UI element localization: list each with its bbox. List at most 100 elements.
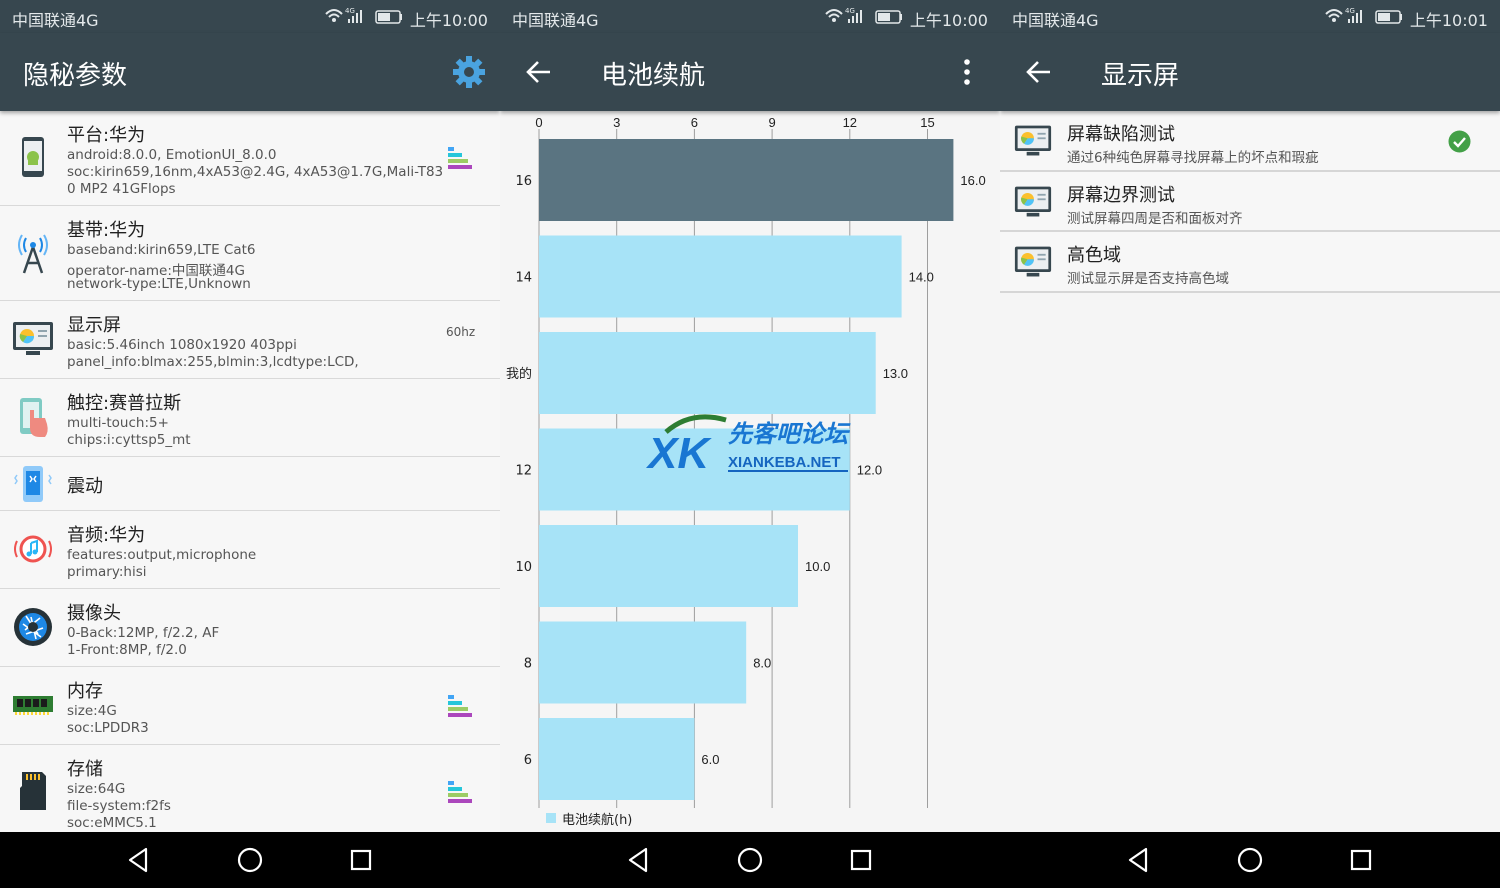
bar bbox=[539, 718, 695, 800]
bar bbox=[539, 235, 902, 318]
legend-label: 电池续航(h) bbox=[562, 812, 632, 828]
status-bar: 中国联通4G 4G 上午10:01 bbox=[1000, 0, 1500, 33]
y-tick-label: 6 bbox=[524, 753, 532, 768]
benchmark-bars-icon[interactable] bbox=[448, 781, 472, 803]
item-detail: chips:i:cyttsp5_mt bbox=[67, 432, 191, 448]
nav-recents-icon[interactable] bbox=[346, 845, 376, 875]
touch-icon bbox=[20, 398, 48, 437]
item-detail: 1-Front:8MP, f/2.0 bbox=[67, 642, 187, 658]
monitor-icon bbox=[1014, 125, 1052, 156]
y-tick-label: 16 bbox=[515, 174, 532, 189]
bar bbox=[539, 621, 747, 704]
item-detail: multi-touch:5+ bbox=[67, 415, 169, 431]
page-title: 显示屏 bbox=[1101, 61, 1180, 91]
check-circle-icon bbox=[1448, 130, 1471, 153]
x-tick-label: 12 bbox=[843, 115, 857, 130]
status-icons: 4G bbox=[825, 7, 902, 24]
nav-recents-icon[interactable] bbox=[846, 845, 876, 875]
gear-icon[interactable] bbox=[452, 55, 486, 89]
x-tick-label: 9 bbox=[768, 115, 775, 130]
system-nav-bar bbox=[0, 832, 500, 888]
list-item-display[interactable]: 显示屏 basic:5.46inch 1080x1920 403ppi pane… bbox=[0, 301, 500, 379]
status-icons: 4G bbox=[1325, 7, 1402, 24]
item-title: 存储 bbox=[67, 759, 103, 780]
monitor-icon bbox=[1014, 186, 1052, 216]
list-item-memory[interactable]: 内存 size:4G soc:LPDDR3 bbox=[0, 667, 500, 745]
item-subtitle: 测试屏幕四周是否和面板对齐 bbox=[1067, 210, 1243, 227]
item-detail: soc:kirin659,16nm,4xA53@2.4G, 4xA53@1.7G… bbox=[67, 164, 444, 180]
list-item-baseband[interactable]: 基带:华为 baseband:kirin659,LTE Cat6 operato… bbox=[0, 206, 500, 301]
item-detail: soc:LPDDR3 bbox=[67, 720, 149, 736]
bar bbox=[539, 139, 954, 221]
data-label: 12.0 bbox=[857, 463, 882, 478]
display-tests-list: 屏幕缺陷测试 通过6种纯色屏幕寻找屏幕上的坏点和瑕疵 屏幕边界测试 测试屏幕四周… bbox=[1000, 111, 1500, 293]
svg-text:4G: 4G bbox=[845, 7, 855, 15]
vibration-icon bbox=[14, 466, 52, 502]
list-item-vibration[interactable]: 震动 bbox=[0, 457, 500, 511]
item-title: 震动 bbox=[67, 476, 103, 497]
status-icons: 4G bbox=[325, 7, 402, 24]
status-bar: 中国联通4G 4G 上午10:00 bbox=[500, 0, 1000, 33]
list-item-screen-border-test[interactable]: 屏幕边界测试 测试屏幕四周是否和面板对齐 bbox=[1000, 171, 1500, 232]
nav-recents-icon[interactable] bbox=[1346, 845, 1376, 875]
status-bar: 中国联通4G 4G 上午10:00 bbox=[0, 0, 500, 33]
data-label: 14.0 bbox=[909, 270, 934, 285]
y-tick-label: 10 bbox=[515, 560, 532, 575]
carrier-label: 中国联通4G bbox=[12, 11, 99, 30]
benchmark-bars-icon[interactable] bbox=[448, 695, 472, 717]
item-title: 高色域 bbox=[1067, 245, 1121, 266]
item-title: 摄像头 bbox=[67, 603, 121, 624]
nav-back-icon[interactable] bbox=[624, 845, 654, 875]
list-item-storage[interactable]: 存储 size:64G file-system:f2fs soc:eMMC5.1 bbox=[0, 745, 500, 840]
y-tick-label: 14 bbox=[515, 271, 532, 286]
svg-text:4G: 4G bbox=[1345, 7, 1355, 15]
item-detail: panel_info:blmax:255,blmin:3,lcdtype:LCD… bbox=[67, 354, 359, 370]
list-item-screen-defect-test[interactable]: 屏幕缺陷测试 通过6种纯色屏幕寻找屏幕上的坏点和瑕疵 bbox=[1000, 111, 1500, 172]
list-item-audio[interactable]: 音频:华为 features:output,microphone primary… bbox=[0, 511, 500, 589]
camera-icon bbox=[14, 608, 52, 646]
nav-home-icon[interactable] bbox=[235, 845, 265, 875]
data-label: 6.0 bbox=[701, 752, 719, 767]
list-item-platform[interactable]: 平台:华为 android:8.0.0, EmotionUI_8.0.0 soc… bbox=[0, 111, 500, 206]
item-title: 触控:赛普拉斯 bbox=[67, 393, 182, 414]
item-subtitle: 测试显示屏是否支持高色域 bbox=[1067, 271, 1229, 287]
y-tick-label: 12 bbox=[515, 464, 532, 479]
item-title: 平台:华为 bbox=[67, 125, 146, 146]
item-detail: basic:5.46inch 1080x1920 403ppi bbox=[67, 337, 297, 353]
item-subtitle: 通过6种纯色屏幕寻找屏幕上的坏点和瑕疵 bbox=[1067, 150, 1319, 166]
memory-icon bbox=[13, 696, 53, 715]
list-item-high-gamut[interactable]: 高色域 测试显示屏是否支持高色域 bbox=[1000, 232, 1500, 293]
nav-back-icon[interactable] bbox=[1124, 845, 1154, 875]
params-list: 平台:华为 android:8.0.0, EmotionUI_8.0.0 soc… bbox=[0, 111, 500, 840]
watermark-cn: 先客吧论坛 bbox=[728, 420, 851, 448]
item-detail: 0-Back:12MP, f/2.2, AF bbox=[67, 625, 220, 641]
back-arrow-icon[interactable] bbox=[1024, 57, 1054, 87]
list-item-camera[interactable]: 摄像头 0-Back:12MP, f/2.2, AF 1-Front:8MP, … bbox=[0, 589, 500, 667]
x-tick-label: 15 bbox=[920, 115, 934, 130]
data-label: 16.0 bbox=[960, 173, 985, 188]
item-detail: baseband:kirin659,LTE Cat6 bbox=[67, 242, 256, 258]
list-item-touch[interactable]: 触控:赛普拉斯 multi-touch:5+ chips:i:cyttsp5_m… bbox=[0, 379, 500, 457]
data-label: 8.0 bbox=[753, 656, 771, 671]
android-phone-icon bbox=[22, 137, 44, 177]
monitor-icon bbox=[13, 322, 53, 355]
bar bbox=[539, 525, 798, 607]
nav-home-icon[interactable] bbox=[735, 845, 765, 875]
x-tick-label: 0 bbox=[535, 115, 542, 130]
more-vert-icon[interactable] bbox=[950, 55, 984, 89]
app-bar: 隐秘参数 bbox=[0, 33, 500, 111]
x-tick-label: 3 bbox=[613, 115, 620, 130]
item-detail: network-type:LTE,Unknown bbox=[67, 276, 251, 292]
monitor-icon bbox=[1014, 246, 1052, 277]
nav-back-icon[interactable] bbox=[124, 845, 154, 875]
data-label: 10.0 bbox=[805, 559, 830, 574]
bar bbox=[539, 332, 876, 414]
nav-home-icon[interactable] bbox=[1235, 845, 1265, 875]
item-detail: features:output,microphone bbox=[67, 547, 257, 563]
benchmark-bars-icon[interactable] bbox=[448, 147, 472, 169]
back-arrow-icon[interactable] bbox=[524, 57, 554, 87]
y-tick-label: 我的 bbox=[506, 366, 532, 382]
clock: 上午10:01 bbox=[1409, 11, 1488, 30]
watermark-logo: XK 先客吧论坛 XIANKEBA.NET bbox=[646, 414, 851, 474]
system-nav-bar bbox=[500, 832, 1000, 888]
